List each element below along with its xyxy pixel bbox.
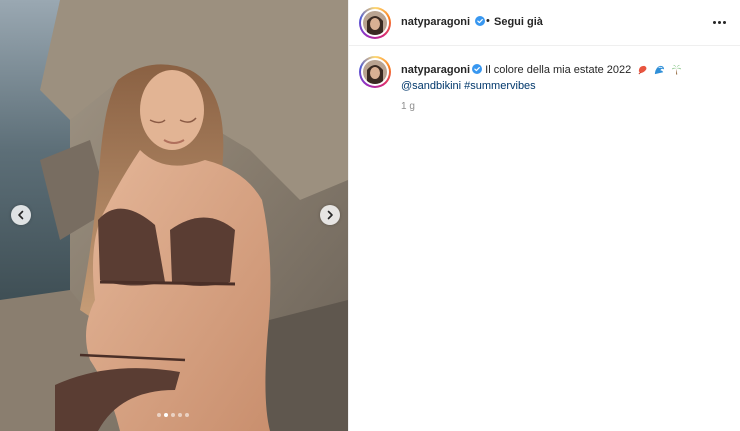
- verified-badge-icon: [475, 16, 486, 26]
- post-side-panel: natyparagoni • Segui già natyparagoni Il…: [348, 0, 740, 431]
- chevron-right-icon: [327, 210, 333, 220]
- carousel-dot: [178, 413, 182, 417]
- carousel-dot: [185, 413, 189, 417]
- wave-emoji-icon: [655, 65, 665, 75]
- carousel-dot: [171, 413, 175, 417]
- header-username-wrap[interactable]: natyparagoni: [401, 16, 486, 28]
- palm-tree-emoji-icon: [672, 64, 682, 75]
- carousel-indicator: [157, 413, 189, 417]
- post-photo[interactable]: [0, 0, 348, 431]
- carousel-dot-active: [164, 413, 168, 417]
- avatar[interactable]: [359, 7, 391, 39]
- post-caption: natyparagoni Il colore della mia estate …: [401, 62, 721, 94]
- avatar-image: [363, 11, 387, 35]
- separator-dot: •: [486, 15, 490, 27]
- shrimp-emoji-icon: [638, 65, 647, 75]
- carousel-next-button[interactable]: [320, 205, 340, 225]
- carousel-dot: [157, 413, 161, 417]
- photo-illustration: [0, 0, 348, 431]
- caption-text: Il colore della mia estate 2022: [485, 64, 632, 76]
- chevron-left-icon: [18, 210, 24, 220]
- mention-link[interactable]: @sandbikini: [401, 80, 461, 92]
- caption-username[interactable]: natyparagoni: [401, 64, 470, 76]
- more-options-icon[interactable]: [711, 15, 727, 29]
- avatar-image: [363, 60, 387, 84]
- hashtag-link[interactable]: #summervibes: [464, 80, 536, 92]
- username-link[interactable]: natyparagoni: [401, 16, 470, 28]
- post-timestamp[interactable]: 1 g: [401, 101, 415, 112]
- post-header: natyparagoni • Segui già: [349, 0, 740, 46]
- caption-avatar[interactable]: [359, 56, 391, 88]
- carousel-prev-button[interactable]: [11, 205, 31, 225]
- verified-badge-icon: [472, 64, 483, 74]
- following-button[interactable]: Segui già: [494, 16, 543, 28]
